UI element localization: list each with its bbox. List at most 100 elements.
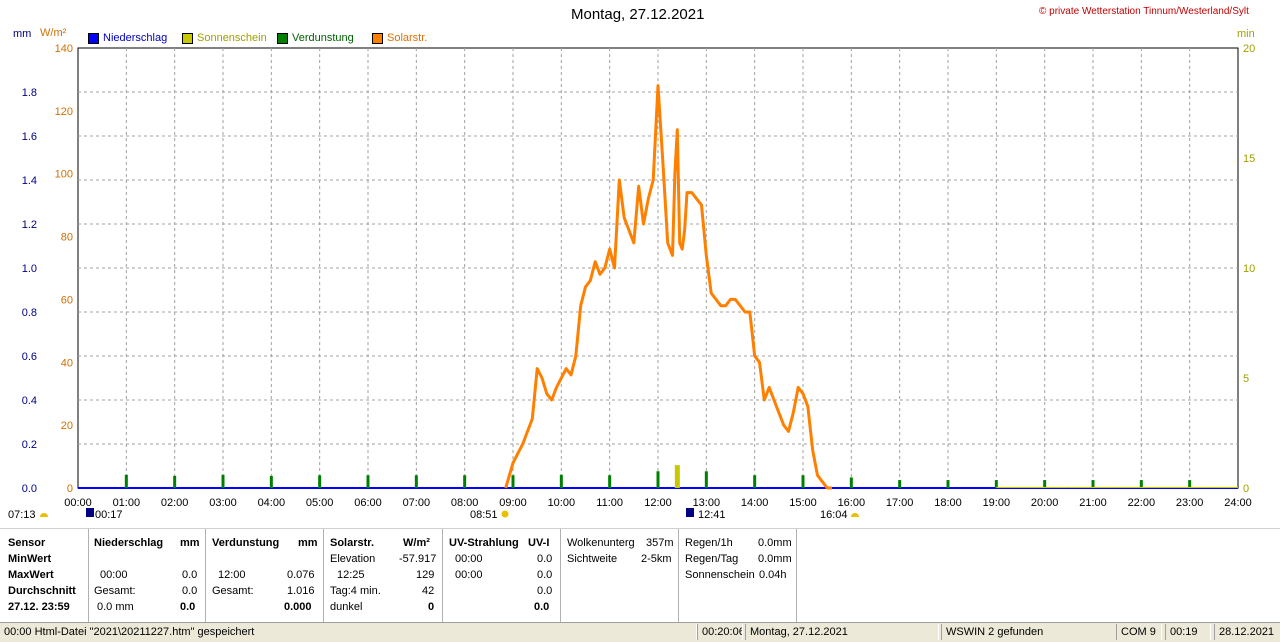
solar-state: dunkel bbox=[330, 601, 363, 613]
x-tick-label: 10:00 bbox=[548, 497, 576, 509]
row-label-avg: Durchschnitt bbox=[8, 585, 76, 597]
status-message: 00:00 Html-Datei "2021\20211227.htm" ges… bbox=[0, 624, 697, 640]
verdunstung-bar bbox=[753, 475, 757, 488]
solar-day-label: Tag:4 min. bbox=[330, 585, 381, 597]
y-tick-label-mm: 1.4 bbox=[22, 175, 37, 187]
niederschlag-max-val: 0.0 bbox=[182, 569, 198, 581]
sonnenschein-bar bbox=[674, 465, 680, 488]
sonnenschein-bar bbox=[1093, 486, 1118, 488]
verdunstung-bar bbox=[366, 475, 370, 488]
y-tick-label-mm: 0.8 bbox=[22, 307, 37, 319]
y-tick-label-min: 0 bbox=[1243, 483, 1249, 495]
x-tick-label: 00:00 bbox=[64, 497, 92, 509]
y-tick-label-wm2: 0 bbox=[67, 483, 73, 495]
x-tick-label: 18:00 bbox=[934, 497, 962, 509]
sonnenschein-bar bbox=[1117, 486, 1142, 488]
verdunstung-bar bbox=[1043, 480, 1047, 488]
weather-chart: 00:00 01:00 02:00 03:00 04:00 05:00 06:00 07:00… bbox=[8, 43, 1255, 521]
y-tick-label-wm2: 20 bbox=[61, 420, 73, 432]
status-clock: 00:19 bbox=[1165, 624, 1211, 640]
rain-hour-label: Regen/1h bbox=[685, 537, 733, 549]
y-tick-label-wm2: 100 bbox=[55, 169, 73, 181]
sonnenschein-bar bbox=[1068, 486, 1093, 488]
status-wswin: WSWIN 2 gefunden bbox=[941, 624, 1117, 640]
niederschlag-title: Niederschlag bbox=[94, 537, 164, 549]
uv-title: UV-Strahlung bbox=[449, 537, 519, 549]
x-tick-label: 21:00 bbox=[1079, 497, 1107, 509]
status-time: 00:20:06 bbox=[697, 624, 743, 640]
verdunstung-unit: mm bbox=[298, 537, 318, 549]
y-tick-label-mm: 0.0 bbox=[22, 483, 37, 495]
x-tick-label: 03:00 bbox=[209, 497, 237, 509]
verdunstung-bar bbox=[221, 474, 225, 488]
verdunstung-last: 0.000 bbox=[284, 601, 312, 613]
moonset-icon bbox=[86, 508, 94, 517]
verdunstung-bar bbox=[898, 480, 902, 488]
x-tick-label: 14:00 bbox=[741, 497, 769, 509]
x-tick-label: 05:00 bbox=[306, 497, 334, 509]
x-tick-label: 16:00 bbox=[838, 497, 866, 509]
niederschlag-max-time: 00:00 bbox=[100, 569, 128, 581]
y-tick-label-mm: 0.2 bbox=[22, 439, 37, 451]
y-tick-label-mm: 0.4 bbox=[22, 395, 37, 407]
time-marker-label: 07:13 bbox=[8, 509, 36, 521]
verdunstung-bar bbox=[656, 471, 660, 488]
visibility-val: 2-5km bbox=[641, 553, 672, 565]
x-tick-label: 08:00 bbox=[451, 497, 479, 509]
x-tick-label: 22:00 bbox=[1128, 497, 1156, 509]
x-tick-label: 17:00 bbox=[886, 497, 914, 509]
x-tick-label: 01:00 bbox=[113, 497, 141, 509]
verdunstung-max-val: 0.076 bbox=[287, 569, 315, 581]
y-tick-label-wm2: 140 bbox=[55, 43, 73, 55]
y-tick-label-mm: 1.6 bbox=[22, 131, 37, 143]
niederschlag-sum-label: Gesamt: bbox=[94, 585, 136, 597]
uv-last: 0.0 bbox=[534, 601, 550, 613]
rain-hour-val: 0.0mm bbox=[758, 537, 792, 549]
y-tick-label-min: 20 bbox=[1243, 43, 1255, 55]
uv-unit: UV-I bbox=[528, 537, 550, 549]
verdunstung-bar bbox=[559, 474, 563, 488]
solar-max-val: 129 bbox=[416, 569, 435, 581]
sonnenschein-bar bbox=[1213, 486, 1238, 488]
x-tick-label: 20:00 bbox=[1031, 497, 1059, 509]
sonnenschein-bar bbox=[1020, 486, 1045, 488]
sonnenschein-bar bbox=[1044, 486, 1069, 488]
verdunstung-bar bbox=[1091, 480, 1095, 488]
sonnenschein-bar bbox=[1189, 486, 1214, 488]
x-tick-label: 04:00 bbox=[258, 497, 286, 509]
y-tick-label-min: 10 bbox=[1243, 263, 1255, 275]
uv-min-val: 0.0 bbox=[537, 553, 553, 565]
status-bar: 00:00 Html-Datei "2021\20211227.htm" ges… bbox=[0, 622, 1280, 642]
sun-icon bbox=[501, 510, 509, 518]
verdunstung-bar bbox=[173, 475, 177, 488]
uv-max-time: 00:00 bbox=[455, 569, 483, 581]
row-label-sensor: Sensor bbox=[8, 537, 46, 549]
x-tick-label: 11:00 bbox=[596, 497, 623, 509]
status-date: Montag, 27.12.2021 bbox=[745, 624, 939, 640]
verdunstung-sum-label: Gesamt: bbox=[212, 585, 254, 597]
solar-max-time: 12:25 bbox=[337, 569, 365, 581]
data-table: Sensor MinWert MaxWert Durchschnitt 27.1… bbox=[0, 528, 1280, 623]
x-tick-label: 15:00 bbox=[789, 497, 817, 509]
uv-max-val: 0.0 bbox=[537, 569, 553, 581]
sunrise-icon bbox=[40, 513, 48, 517]
niederschlag-unit: mm bbox=[180, 537, 200, 549]
status-com-port: COM 9 bbox=[1116, 624, 1162, 640]
y-tick-label-mm: 1.0 bbox=[22, 263, 37, 275]
verdunstung-bar bbox=[318, 475, 322, 488]
y-tick-label-wm2: 120 bbox=[55, 106, 73, 118]
verdunstung-title: Verdunstung bbox=[212, 537, 280, 549]
niederschlag-avg: 0.0 mm bbox=[97, 601, 134, 613]
moonrise-icon bbox=[686, 508, 694, 517]
row-label-max: MaxWert bbox=[8, 569, 54, 581]
verdunstung-bar bbox=[801, 475, 805, 488]
y-tick-label-min: 15 bbox=[1243, 153, 1255, 165]
x-tick-label: 02:00 bbox=[161, 497, 189, 509]
visibility-label: Sichtweite bbox=[567, 553, 618, 565]
solar-title: Solarstr. bbox=[330, 537, 375, 549]
status-day: 28.12.2021 bbox=[1214, 624, 1280, 640]
verdunstung-bar bbox=[946, 480, 950, 488]
verdunstung-sum-val: 1.016 bbox=[287, 585, 315, 597]
x-tick-label: 07:00 bbox=[403, 497, 431, 509]
sonnenschein-bar bbox=[1141, 486, 1166, 488]
